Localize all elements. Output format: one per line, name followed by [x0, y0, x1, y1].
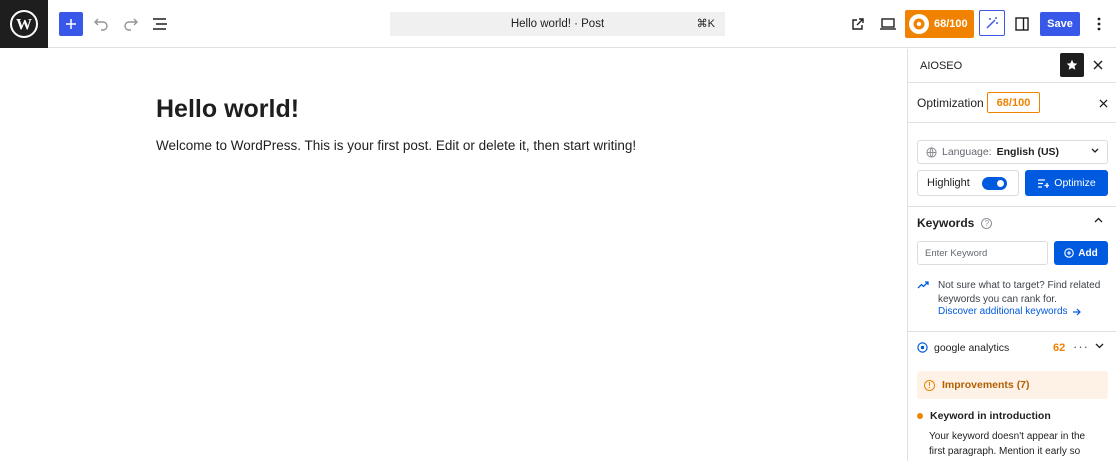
check-item-description: Your keyword doesn't appear in the first…	[929, 431, 1086, 457]
plus-icon	[66, 19, 76, 29]
keyword-score: 62	[1053, 342, 1066, 354]
desktop-preview-icon	[880, 18, 896, 30]
add-keyword-button[interactable]: Add	[1054, 241, 1108, 265]
undo-button[interactable]	[89, 12, 113, 36]
tip-text: Not sure what to target? Find related ke…	[938, 280, 1101, 305]
close-sidebar-button[interactable]	[1090, 57, 1106, 73]
optimization-label: Optimization	[917, 96, 984, 110]
plus-circle-icon	[1064, 248, 1075, 258]
close-icon	[1098, 98, 1108, 108]
discover-link-text: Discover additional keywords	[938, 306, 1068, 317]
improvements-banner[interactable]: ! Improvements (7)	[917, 371, 1108, 399]
sidebar-title: AIOSEO	[920, 60, 963, 72]
divider	[908, 331, 1116, 332]
undo-icon	[94, 18, 108, 31]
editor-toolbar: W Hello world! · Post ⌘K 68/100 Save	[0, 0, 1116, 48]
redo-button[interactable]	[119, 12, 143, 36]
globe-icon	[926, 146, 937, 158]
keyword-row[interactable]: google analytics 62 ···	[917, 339, 1112, 357]
save-button[interactable]: Save	[1040, 12, 1080, 36]
status-dot	[917, 413, 923, 419]
optimize-label: Optimize	[1054, 177, 1096, 189]
aioseo-score-icon	[909, 14, 929, 34]
editor-canvas: Hello world! Welcome to WordPress. This …	[0, 49, 907, 461]
preview-button[interactable]	[876, 12, 900, 36]
discover-keywords-link[interactable]: Discover additional keywords	[938, 306, 1081, 317]
close-icon	[1093, 60, 1103, 70]
close-optimization-button[interactable]	[1096, 96, 1110, 110]
divider	[908, 206, 1116, 207]
aioseo-sidebar: AIOSEO Optimization 68/100 Language: Eng…	[907, 49, 1116, 461]
add-block-button[interactable]	[59, 12, 83, 36]
optimization-score-badge: 68/100	[987, 92, 1040, 113]
check-item-title: Keyword in introduction	[917, 410, 1051, 422]
language-select[interactable]: Language: English (US)	[917, 140, 1108, 164]
add-label: Add	[1078, 247, 1098, 259]
view-post-button[interactable]	[846, 12, 870, 36]
list-view-icon	[153, 18, 167, 30]
keyword-name: google analytics	[934, 342, 1010, 354]
keywords-title: Keywords	[917, 216, 975, 230]
highlight-toggle[interactable]	[981, 176, 1007, 190]
svg-text:W: W	[16, 17, 32, 34]
ai-assistant-button[interactable]	[979, 10, 1005, 36]
highlight-control: Highlight	[917, 170, 1019, 196]
warning-icon: !	[924, 379, 935, 391]
help-icon[interactable]: ?	[981, 217, 993, 229]
target-icon	[917, 342, 928, 353]
language-value: English (US)	[996, 146, 1060, 158]
more-options-icon	[1097, 17, 1101, 31]
external-link-icon	[852, 18, 864, 30]
star-icon	[1066, 59, 1078, 70]
language-label: Language:	[942, 146, 992, 158]
sidebar-header: AIOSEO	[908, 49, 1116, 83]
check-title-text: Keyword in introduction	[930, 410, 1051, 422]
command-palette-bar[interactable]: Hello world! · Post ⌘K	[390, 12, 725, 36]
trending-icon	[917, 281, 929, 289]
redo-icon	[124, 18, 138, 31]
keyword-input[interactable]	[917, 241, 1048, 265]
optimize-button[interactable]: Optimize	[1025, 170, 1108, 196]
magic-wand-icon	[986, 17, 998, 29]
list-view-button[interactable]	[148, 12, 172, 36]
settings-sidebar-button[interactable]	[1010, 12, 1034, 36]
post-title[interactable]: Hello world!	[156, 95, 299, 124]
command-shortcut: ⌘K	[696, 18, 715, 30]
dots-icon[interactable]: ···	[1073, 339, 1089, 354]
improvements-label: Improvements (7)	[942, 379, 1030, 391]
options-button[interactable]	[1087, 12, 1111, 36]
keywords-heading[interactable]: Keywords ?	[917, 216, 993, 230]
chevron-down-icon	[1091, 148, 1099, 153]
paragraph-block[interactable]: Welcome to WordPress. This is your first…	[156, 138, 636, 153]
arrow-right-icon	[1072, 308, 1081, 315]
sidebar-toggle-icon	[1015, 17, 1029, 31]
seo-score-label: 68/100	[934, 18, 968, 30]
wordpress-logo-icon[interactable]: W	[0, 0, 48, 48]
chevron-down-icon[interactable]	[1095, 343, 1104, 349]
optimize-icon	[1038, 178, 1050, 188]
pin-sidebar-button[interactable]	[1060, 53, 1084, 77]
chevron-up-icon[interactable]	[1094, 217, 1103, 223]
aioseo-score-button[interactable]: 68/100	[905, 10, 974, 38]
highlight-label: Highlight	[927, 177, 970, 189]
optimization-panel-header: Optimization 68/100	[908, 83, 1116, 123]
document-title: Hello world! · Post	[510, 18, 605, 30]
